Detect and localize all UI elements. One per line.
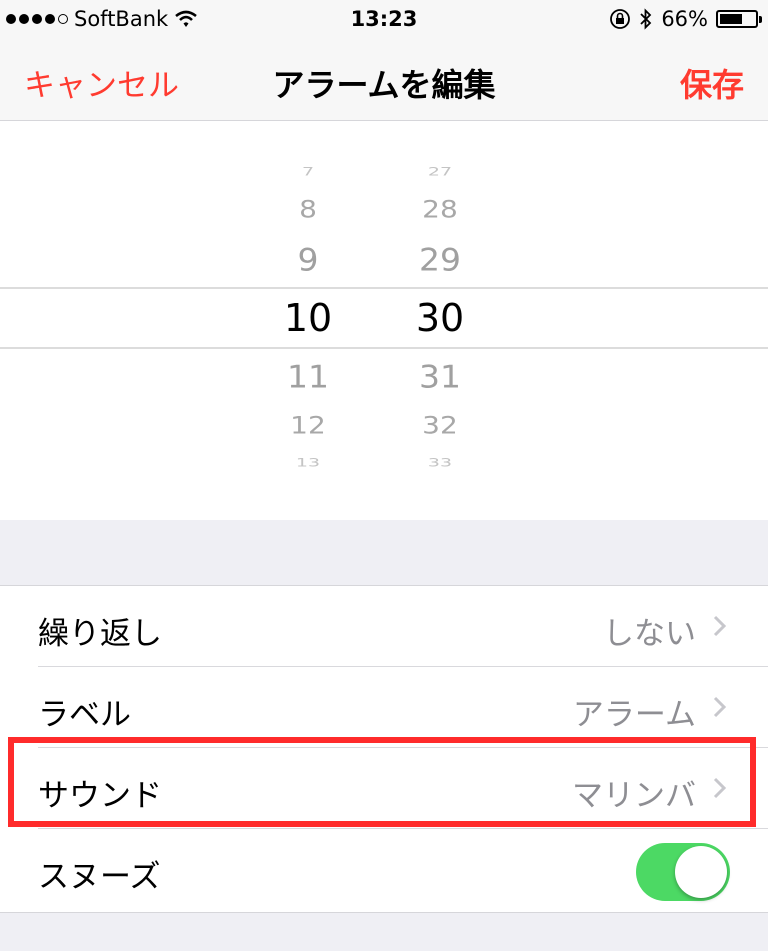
battery-percent: 66% bbox=[661, 7, 708, 31]
alarm-settings-list: 繰り返し しない ラベル アラーム サウンド マリンバ スヌーズ bbox=[0, 585, 768, 913]
navigation-bar: キャンセル アラームを編集 保存 bbox=[0, 40, 768, 121]
cancel-button[interactable]: キャンセル bbox=[24, 60, 179, 105]
repeat-row[interactable]: 繰り返し しない bbox=[0, 586, 768, 666]
picker-item-hour[interactable]: 12 bbox=[258, 411, 358, 439]
save-button[interactable]: 保存 bbox=[680, 60, 744, 106]
battery-fill bbox=[720, 14, 742, 24]
toggle-knob bbox=[675, 846, 727, 898]
picker-item-hour[interactable]: 7 bbox=[258, 165, 358, 178]
label-label: ラベル bbox=[38, 697, 131, 733]
orientation-lock-icon bbox=[610, 9, 631, 29]
status-bar-right: 66% bbox=[609, 7, 762, 31]
picker-selection-band bbox=[0, 287, 768, 349]
picker-item-hour[interactable]: 9 bbox=[258, 241, 358, 278]
repeat-label: 繰り返し bbox=[38, 616, 162, 652]
chevron-right-icon bbox=[713, 696, 727, 718]
sound-label: サウンド bbox=[38, 778, 162, 814]
snooze-toggle[interactable] bbox=[636, 843, 730, 901]
picker-item-hour[interactable]: 11 bbox=[258, 358, 358, 395]
time-picker[interactable]: 7 8 9 10 11 12 13 27 28 29 30 31 32 33 bbox=[0, 121, 768, 520]
snooze-row: スヌーズ bbox=[0, 829, 768, 909]
hour-wheel[interactable]: 7 8 9 10 11 12 13 bbox=[258, 121, 358, 520]
picker-item-hour[interactable]: 13 bbox=[258, 456, 358, 469]
status-bar: SoftBank 13:23 66% bbox=[0, 0, 768, 40]
picker-item-minute[interactable]: 27 bbox=[390, 165, 490, 178]
snooze-label: スヌーズ bbox=[38, 859, 161, 895]
picker-selected-hour[interactable]: 10 bbox=[258, 296, 358, 340]
chevron-right-icon bbox=[713, 615, 727, 637]
picker-item-minute[interactable]: 32 bbox=[390, 411, 490, 439]
picker-item-minute[interactable]: 28 bbox=[390, 195, 490, 223]
picker-item-minute[interactable]: 29 bbox=[390, 241, 490, 278]
battery-icon bbox=[716, 10, 762, 28]
picker-item-minute[interactable]: 33 bbox=[390, 456, 490, 469]
sound-value: マリンバ bbox=[572, 778, 696, 814]
minute-wheel[interactable]: 27 28 29 30 31 32 33 bbox=[390, 121, 490, 520]
chevron-right-icon bbox=[713, 777, 727, 799]
sound-row[interactable]: サウンド マリンバ bbox=[0, 748, 768, 828]
repeat-value: しない bbox=[603, 616, 696, 652]
picker-selected-minute[interactable]: 30 bbox=[390, 296, 490, 340]
bluetooth-icon bbox=[640, 8, 652, 30]
picker-item-minute[interactable]: 31 bbox=[390, 358, 490, 395]
picker-item-hour[interactable]: 8 bbox=[258, 195, 358, 223]
label-value: アラーム bbox=[572, 697, 696, 733]
label-row[interactable]: ラベル アラーム bbox=[0, 667, 768, 747]
